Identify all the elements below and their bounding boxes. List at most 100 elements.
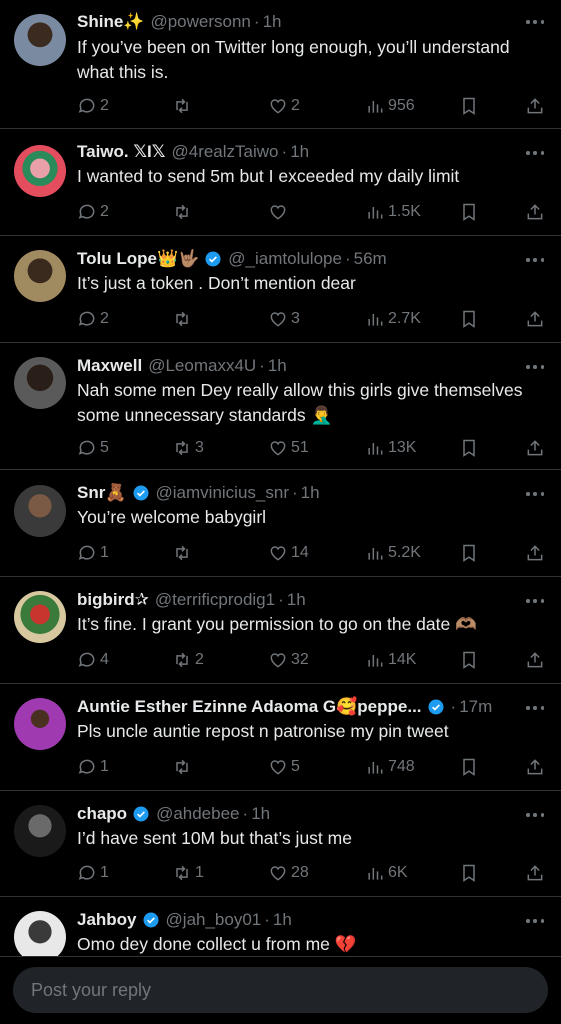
share-button[interactable] (525, 200, 545, 224)
avatar[interactable] (14, 698, 66, 750)
like-button[interactable]: 3 (268, 307, 300, 331)
like-button[interactable]: 28 (268, 861, 309, 885)
like-button[interactable] (268, 200, 291, 224)
user-handle[interactable]: @terrificprodig1 (155, 589, 275, 611)
views-button[interactable]: 5.2K (365, 541, 421, 565)
share-button[interactable] (525, 648, 545, 672)
timestamp[interactable]: 1h (268, 355, 287, 377)
timestamp[interactable]: 1h (263, 11, 282, 33)
reply-item[interactable]: chapo @ahdebee · 1h I’d have sent 10M bu… (0, 791, 561, 897)
reply-button[interactable]: 1 (77, 861, 109, 885)
reply-item[interactable]: Snr🧸 @iamvinicius_snr · 1h You’re welcom… (0, 470, 561, 577)
bookmark-button[interactable] (459, 755, 479, 779)
avatar[interactable] (14, 145, 66, 197)
reply-button[interactable]: 1 (77, 541, 109, 565)
bookmark-button[interactable] (459, 861, 479, 885)
avatar[interactable] (14, 911, 66, 956)
more-options-icon[interactable] (523, 250, 547, 270)
views-button[interactable]: 748 (365, 755, 415, 779)
more-options-icon[interactable] (523, 591, 547, 611)
bookmark-button[interactable] (459, 94, 479, 118)
share-button[interactable] (525, 541, 545, 565)
timestamp[interactable]: 1h (273, 909, 292, 931)
reply-button[interactable]: 4 (77, 648, 109, 672)
share-button[interactable] (525, 307, 545, 331)
views-button[interactable]: 956 (365, 94, 415, 118)
timestamp[interactable]: 1h (301, 482, 320, 504)
share-button[interactable] (525, 436, 545, 460)
like-button[interactable]: 51 (268, 436, 309, 460)
display-name[interactable]: Jahboy (77, 909, 137, 931)
timestamp[interactable]: 1h (251, 803, 270, 825)
repost-button[interactable] (172, 94, 195, 118)
display-name[interactable]: Taiwo. 𝕏I𝕏 (77, 141, 165, 163)
user-handle[interactable]: @jah_boy01 (166, 909, 262, 931)
user-handle[interactable]: @iamvinicius_snr (156, 482, 289, 504)
more-options-icon[interactable] (523, 911, 547, 931)
reply-item[interactable]: Taiwo. 𝕏I𝕏 @4realzTaiwo · 1h I wanted to… (0, 129, 561, 236)
like-button[interactable]: 2 (268, 94, 300, 118)
repost-button[interactable]: 1 (172, 861, 204, 885)
reply-item[interactable]: Tolu Lope👑🤟🏽 @_iamtolulope · 56m It’s ju… (0, 236, 561, 343)
display-name[interactable]: Auntie Esther Ezinne Adaoma G🥰peppe... (77, 696, 422, 718)
views-button[interactable]: 6K (365, 861, 408, 885)
avatar[interactable] (14, 250, 66, 302)
user-handle[interactable]: @ahdebee (156, 803, 239, 825)
share-button[interactable] (525, 861, 545, 885)
avatar[interactable] (14, 357, 66, 409)
bookmark-button[interactable] (459, 541, 479, 565)
more-options-icon[interactable] (523, 143, 547, 163)
reply-item[interactable]: Shine✨ @powersonn · 1h If you’ve been on… (0, 0, 561, 129)
user-handle[interactable]: @_iamtolulope (228, 248, 342, 270)
timestamp[interactable]: 1h (290, 141, 309, 163)
more-options-icon[interactable] (523, 805, 547, 825)
display-name[interactable]: Maxwell (77, 355, 142, 377)
display-name[interactable]: Snr🧸 (77, 482, 127, 504)
repost-button[interactable]: 3 (172, 436, 204, 460)
more-options-icon[interactable] (523, 357, 547, 377)
avatar[interactable] (14, 485, 66, 537)
reply-button[interactable]: 5 (77, 436, 109, 460)
bookmark-button[interactable] (459, 200, 479, 224)
display-name[interactable]: bigbird✰ (77, 589, 149, 611)
display-name[interactable]: Tolu Lope👑🤟🏽 (77, 248, 199, 270)
views-button[interactable]: 2.7K (365, 307, 421, 331)
repost-button[interactable] (172, 541, 195, 565)
views-button[interactable]: 1.5K (365, 200, 421, 224)
bookmark-button[interactable] (459, 648, 479, 672)
display-name[interactable]: chapo (77, 803, 127, 825)
reply-button[interactable]: 2 (77, 200, 109, 224)
views-button[interactable]: 14K (365, 648, 416, 672)
like-button[interactable]: 32 (268, 648, 309, 672)
display-name[interactable]: Shine✨ (77, 11, 144, 33)
repost-button[interactable] (172, 755, 195, 779)
avatar[interactable] (14, 14, 66, 66)
share-button[interactable] (525, 94, 545, 118)
more-options-icon[interactable] (523, 698, 547, 718)
reply-input[interactable] (13, 967, 548, 1013)
user-handle[interactable]: @4realzTaiwo (171, 141, 278, 163)
repost-button[interactable] (172, 307, 195, 331)
reply-item[interactable]: Auntie Esther Ezinne Adaoma G🥰peppe... ·… (0, 684, 561, 791)
views-button[interactable]: 13K (365, 436, 416, 460)
user-handle[interactable]: @powersonn (150, 11, 250, 33)
bookmark-button[interactable] (459, 307, 479, 331)
reply-button[interactable]: 2 (77, 307, 109, 331)
like-button[interactable]: 5 (268, 755, 300, 779)
user-handle[interactable]: @Leomaxx4U (148, 355, 256, 377)
timestamp[interactable]: 56m (354, 248, 387, 270)
timestamp[interactable]: 17m (459, 696, 492, 718)
avatar[interactable] (14, 805, 66, 857)
like-button[interactable]: 14 (268, 541, 309, 565)
more-options-icon[interactable] (523, 12, 547, 32)
bookmark-button[interactable] (459, 436, 479, 460)
share-button[interactable] (525, 755, 545, 779)
repost-button[interactable] (172, 200, 195, 224)
reply-item[interactable]: Maxwell @Leomaxx4U · 1h Nah some men Dey… (0, 343, 561, 470)
reply-button[interactable]: 2 (77, 94, 109, 118)
reply-button[interactable]: 1 (77, 755, 109, 779)
more-options-icon[interactable] (523, 484, 547, 504)
avatar[interactable] (14, 591, 66, 643)
repost-button[interactable]: 2 (172, 648, 204, 672)
reply-item[interactable]: Jahboy @jah_boy01 · 1h Omo dey done coll… (0, 897, 561, 956)
